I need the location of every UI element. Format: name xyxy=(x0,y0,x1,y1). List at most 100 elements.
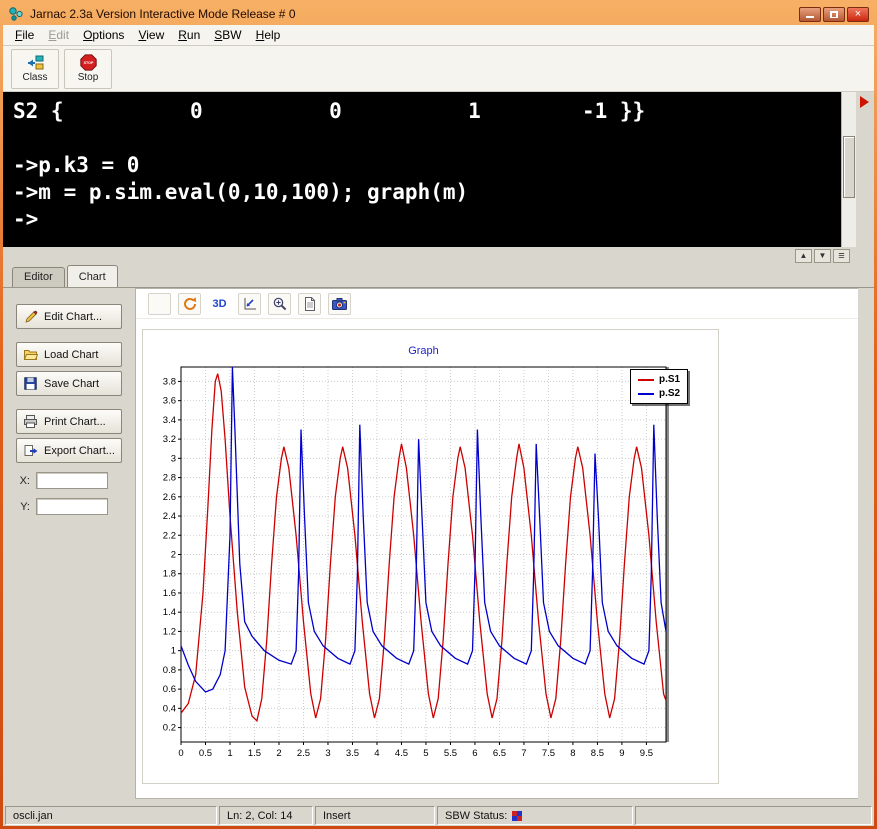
svg-text:3.6: 3.6 xyxy=(163,396,176,407)
sbw-status-label: SBW Status: xyxy=(445,809,508,822)
page-icon xyxy=(304,296,315,311)
print-preview-button[interactable] xyxy=(298,292,321,315)
y-coordinate-label: Y: xyxy=(20,500,30,513)
arrow-down-icon: ▼ xyxy=(818,251,827,260)
floppy-disk-icon xyxy=(24,377,37,390)
svg-text:2.2: 2.2 xyxy=(163,530,176,541)
svg-text:2.8: 2.8 xyxy=(163,473,176,484)
menu-sbw[interactable]: SBW xyxy=(207,26,248,44)
svg-text:1.2: 1.2 xyxy=(163,626,176,637)
svg-text:6.5: 6.5 xyxy=(493,748,506,759)
arrow-up-icon: ▲ xyxy=(799,251,808,260)
svg-text:1.6: 1.6 xyxy=(163,588,176,599)
minimize-icon xyxy=(806,16,814,18)
menubar: File Edit Options View Run SBW Help xyxy=(3,25,874,46)
svg-text:2.5: 2.5 xyxy=(297,748,310,759)
export-chart-label: Export Chart... xyxy=(44,444,115,457)
refresh-button[interactable] xyxy=(178,292,201,315)
maximize-icon xyxy=(830,10,838,18)
chart-toolbar: 3D xyxy=(136,289,858,319)
console-output[interactable]: S2 { 0 0 1 -1 }} ->p.k3 = 0 ->m = p.sim.… xyxy=(3,92,841,247)
svg-text:8: 8 xyxy=(570,748,575,759)
statusbar: oscli.jan Ln: 2, Col: 14 Insert SBW Stat… xyxy=(3,805,874,826)
blank-tool-button[interactable] xyxy=(148,292,171,315)
stop-icon: STOP xyxy=(79,54,97,71)
tab-chart[interactable]: Chart xyxy=(66,265,118,287)
svg-text:STOP: STOP xyxy=(83,61,93,65)
menu-file[interactable]: File xyxy=(8,26,41,44)
open-folder-icon xyxy=(23,350,38,360)
menu-options[interactable]: Options xyxy=(76,26,131,44)
svg-text:3.8: 3.8 xyxy=(163,376,176,387)
load-chart-button[interactable]: Load Chart xyxy=(16,342,122,367)
stop-button[interactable]: STOP Stop xyxy=(64,48,112,89)
copy-image-button[interactable] xyxy=(328,292,351,315)
menu-view[interactable]: View xyxy=(131,26,171,44)
scroll-up-button[interactable]: ▲ xyxy=(795,248,812,263)
svg-text:0.4: 0.4 xyxy=(163,703,176,714)
chart-panel: 3D Graph 0.2 0.4 0.6 0.8 1 1.2 1.4 1.6 1… xyxy=(135,288,858,799)
zoom-button[interactable] xyxy=(268,292,291,315)
legend-entry-s2: p.S2 xyxy=(638,388,680,399)
svg-text:2.4: 2.4 xyxy=(163,511,176,522)
printer-icon xyxy=(24,415,37,428)
menu-help[interactable]: Help xyxy=(249,26,288,44)
console-scrollbar[interactable] xyxy=(841,92,856,247)
close-button[interactable]: × xyxy=(847,6,869,22)
3d-toggle-button[interactable]: 3D xyxy=(208,293,231,315)
svg-text:1.5: 1.5 xyxy=(248,748,261,759)
menu-edit: Edit xyxy=(48,28,70,42)
edit-chart-button[interactable]: Edit Chart... xyxy=(16,304,122,329)
class-icon xyxy=(28,55,44,69)
run-marker-icon xyxy=(860,96,869,108)
status-filler xyxy=(635,806,872,825)
save-chart-button[interactable]: Save Chart xyxy=(16,371,122,396)
panel-tabbar: Editor Chart xyxy=(3,264,874,287)
stop-button-label: Stop xyxy=(77,72,99,83)
axis-arrow-icon xyxy=(244,297,256,309)
svg-text:9.5: 9.5 xyxy=(640,748,653,759)
svg-text:3: 3 xyxy=(325,748,330,759)
svg-text:0.8: 0.8 xyxy=(163,665,176,676)
console-scrollbar-thumb[interactable] xyxy=(843,136,855,198)
maximize-button[interactable] xyxy=(823,6,845,22)
magnifier-plus-icon xyxy=(273,297,286,310)
console-menu-button[interactable]: ≡ xyxy=(833,248,850,263)
status-sbw: SBW Status: xyxy=(437,806,633,825)
svg-text:2: 2 xyxy=(171,550,176,561)
svg-text:2: 2 xyxy=(276,748,281,759)
svg-text:2.6: 2.6 xyxy=(163,492,176,503)
svg-text:1: 1 xyxy=(171,646,176,657)
status-insert-mode: Insert xyxy=(315,806,435,825)
console-region: S2 { 0 0 1 -1 }} ->p.k3 = 0 ->m = p.sim.… xyxy=(3,92,874,247)
status-cursor-position: Ln: 2, Col: 14 xyxy=(219,806,313,825)
series2-line-swatch xyxy=(638,392,654,395)
y-coordinate-field[interactable] xyxy=(36,498,108,515)
console-footer: ▲ ▼ ≡ xyxy=(3,247,874,264)
class-button[interactable]: Class xyxy=(11,48,59,89)
svg-text:3: 3 xyxy=(171,453,176,464)
minimize-button[interactable] xyxy=(799,6,821,22)
console-gutter xyxy=(856,92,874,247)
svg-text:3.5: 3.5 xyxy=(346,748,359,759)
status-filename: oscli.jan xyxy=(5,806,217,825)
axis-tool-button[interactable] xyxy=(238,292,261,315)
class-button-label: Class xyxy=(22,71,48,83)
export-chart-button[interactable]: Export Chart... xyxy=(16,438,122,463)
x-coordinate-field[interactable] xyxy=(36,472,108,489)
series1-line-swatch xyxy=(638,378,654,381)
titlebar[interactable]: Jarnac 2.3a Version Interactive Mode Rel… xyxy=(3,3,874,25)
main-toolbar: Class STOP Stop xyxy=(3,46,874,92)
camera-icon xyxy=(332,297,347,310)
tab-editor[interactable]: Editor xyxy=(12,267,65,287)
print-chart-button[interactable]: Print Chart... xyxy=(16,409,122,434)
close-icon: × xyxy=(854,7,862,20)
chart-canvas[interactable]: Graph 0.2 0.4 0.6 0.8 1 1.2 1.4 1.6 1.8 2 2.2 2.4 2.… xyxy=(142,329,719,784)
scroll-down-button[interactable]: ▼ xyxy=(814,248,831,263)
hamburger-icon: ≡ xyxy=(838,249,845,262)
menu-run[interactable]: Run xyxy=(171,26,207,44)
legend-entry-s1: p.S1 xyxy=(638,374,680,385)
svg-text:6: 6 xyxy=(472,748,477,759)
svg-text:0.6: 0.6 xyxy=(163,684,176,695)
svg-text:1: 1 xyxy=(227,748,232,759)
